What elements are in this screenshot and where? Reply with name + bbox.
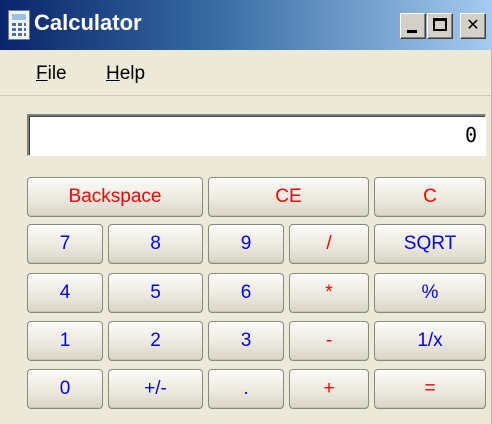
clear-button[interactable]: C (374, 177, 486, 217)
subtract-button[interactable]: - (289, 321, 369, 361)
menu-bar: File Help (0, 52, 492, 96)
equals-button[interactable]: = (374, 369, 486, 409)
title-bar[interactable]: Calculator ✕ (0, 0, 492, 50)
menu-file-rest: ile (47, 63, 67, 84)
decimal-point-button[interactable]: . (208, 369, 284, 409)
menu-file[interactable]: File (36, 62, 67, 86)
digit-7-button[interactable]: 7 (27, 224, 103, 264)
menu-help[interactable]: Help (106, 62, 145, 86)
reciprocal-button[interactable]: 1/x (374, 321, 486, 361)
result-display: 0 (27, 114, 486, 156)
percent-button[interactable]: % (374, 273, 486, 313)
digit-1-button[interactable]: 1 (27, 321, 103, 361)
maximize-button[interactable] (427, 13, 453, 39)
digit-9-button[interactable]: 9 (208, 224, 284, 264)
maximize-icon (433, 18, 447, 31)
digit-3-button[interactable]: 3 (208, 321, 284, 361)
close-button[interactable]: ✕ (460, 13, 486, 39)
minimize-icon (407, 30, 417, 33)
divide-button[interactable]: / (289, 224, 369, 264)
window-title: Calculator (34, 10, 142, 35)
multiply-button[interactable]: * (289, 273, 369, 313)
digit-6-button[interactable]: 6 (208, 273, 284, 313)
calculator-icon (8, 10, 30, 40)
digit-8-button[interactable]: 8 (108, 224, 203, 264)
backspace-button[interactable]: Backspace (27, 177, 203, 217)
sqrt-button[interactable]: SQRT (374, 224, 486, 264)
close-icon: ✕ (466, 17, 480, 34)
clear-entry-button[interactable]: CE (208, 177, 369, 217)
menu-file-mnemonic: F (36, 63, 48, 84)
menu-help-rest: elp (119, 63, 146, 84)
digit-2-button[interactable]: 2 (108, 321, 203, 361)
digit-5-button[interactable]: 5 (108, 273, 203, 313)
add-button[interactable]: + (289, 369, 369, 409)
calculator-window: Calculator ✕ File Help 0 Backspace CE C … (0, 0, 492, 424)
digit-4-button[interactable]: 4 (27, 273, 103, 313)
minimize-button[interactable] (400, 13, 426, 39)
digit-0-button[interactable]: 0 (27, 369, 103, 409)
plus-minus-button[interactable]: +/- (108, 369, 203, 409)
menu-help-mnemonic: H (106, 63, 120, 84)
